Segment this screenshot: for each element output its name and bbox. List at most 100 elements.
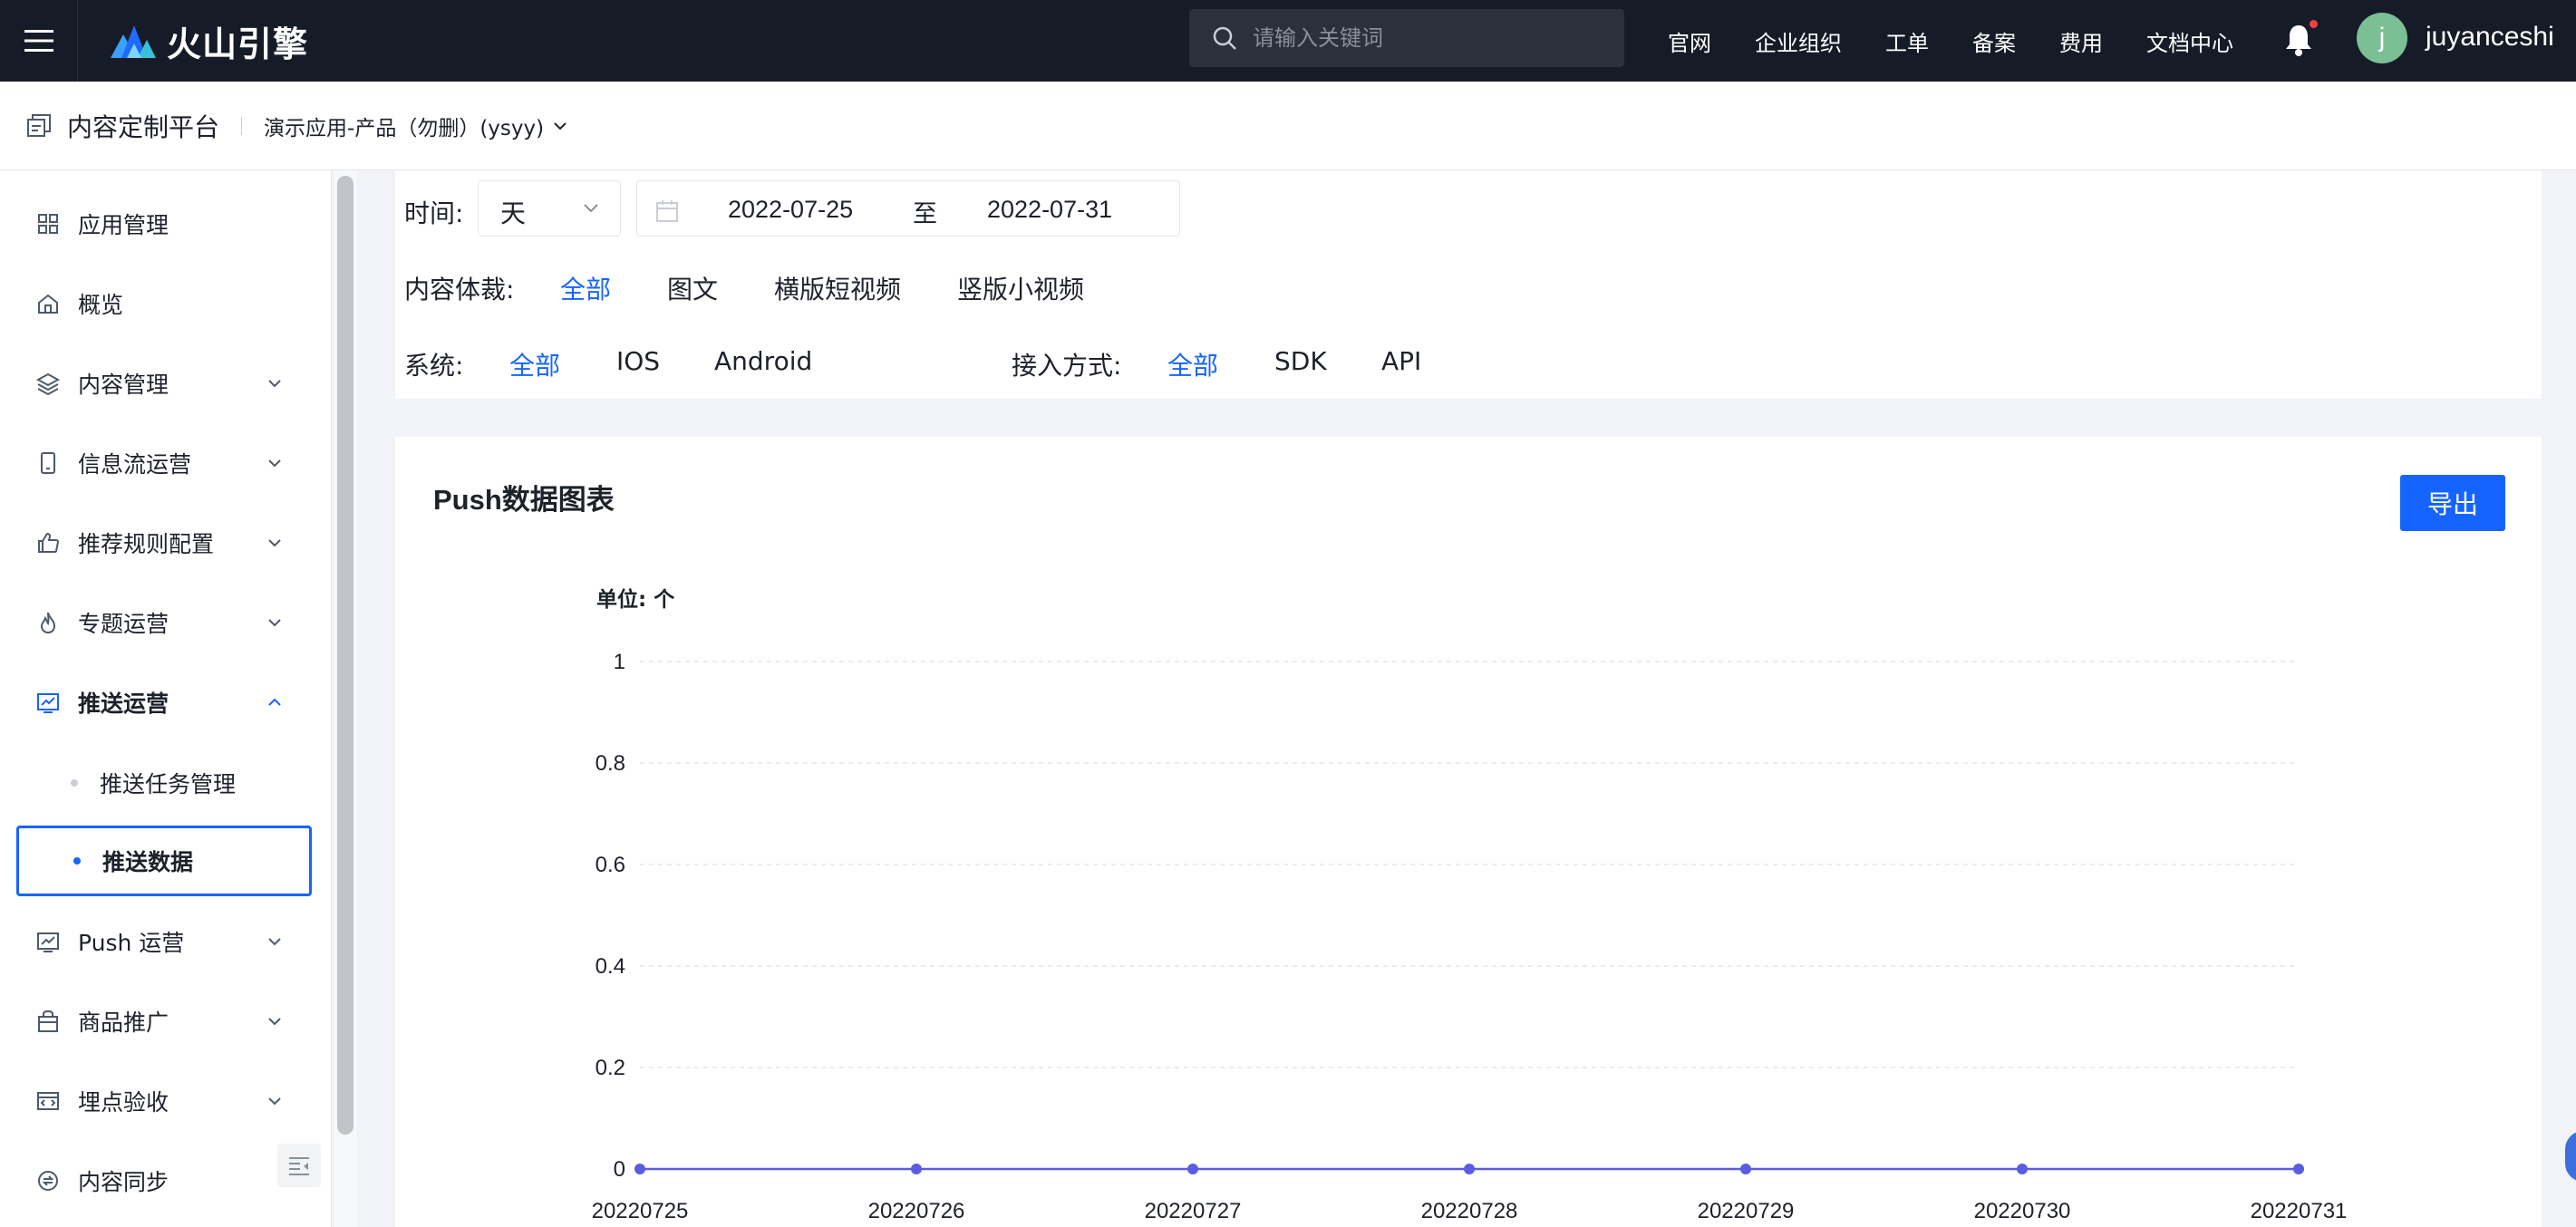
app-selector[interactable]: 演示应用-产品（勿删）(ysyy) <box>264 111 569 141</box>
global-search[interactable] <box>1189 9 1624 67</box>
sidebar-item-label: Push 运营 <box>78 930 185 956</box>
nav-filing[interactable]: 备案 <box>1972 25 2016 57</box>
sidebar-item-recommend-rules[interactable]: 推荐规则配置 <box>0 507 314 579</box>
sidebar-item-feed-operation[interactable]: 信息流运营 <box>0 427 314 499</box>
sidebar-item-push-ops[interactable]: Push 运营 <box>0 905 314 978</box>
username[interactable]: juyanceshi <box>2426 22 2554 53</box>
sidebar-item-tracking-acceptance[interactable]: 埋点验收 <box>0 1065 314 1137</box>
push-icon <box>37 932 59 952</box>
sync-icon <box>38 1171 58 1191</box>
export-button[interactable]: 导出 <box>2400 475 2505 531</box>
nav-docs[interactable]: 文档中心 <box>2146 25 2233 57</box>
chart-title: Push数据图表 <box>433 484 615 516</box>
grid-icon <box>38 214 58 234</box>
push-icon <box>37 693 59 713</box>
system-ios[interactable]: IOS <box>616 346 660 376</box>
nav-tickets[interactable]: 工单 <box>1885 25 1929 57</box>
sidebar-item-label: 埋点验收 <box>78 1089 169 1116</box>
collapse-sidebar-button[interactable] <box>277 1144 321 1187</box>
home-icon <box>38 294 58 314</box>
nav-organization[interactable]: 企业组织 <box>1755 25 1842 57</box>
sidebar-item-label: 推送运营 <box>78 691 169 717</box>
nav-billing[interactable]: 费用 <box>2059 25 2103 57</box>
chevron-down-icon <box>584 204 598 213</box>
system-label: 系统: <box>404 351 464 381</box>
search-icon <box>1213 26 1236 50</box>
chevron-down-icon <box>268 459 281 468</box>
content-type-article[interactable]: 图文 <box>667 270 718 306</box>
content-type-label: 内容体裁: <box>404 275 515 304</box>
sidebar-item-overview[interactable]: 概览 <box>0 267 314 340</box>
bag-icon <box>38 1010 58 1032</box>
access-api[interactable]: API <box>1381 346 1421 376</box>
sidebar-item-content-sync[interactable]: 内容同步 <box>0 1145 314 1217</box>
content-type-all[interactable]: 全部 <box>560 270 611 306</box>
chevron-down-icon <box>268 1018 281 1026</box>
top-nav: 官网 企业组织 工单 备案 费用 文档中心 <box>1668 0 2277 82</box>
sidebar-item-content-management[interactable]: 内容管理 <box>0 347 314 420</box>
access-all[interactable]: 全部 <box>1167 346 1218 382</box>
divider <box>241 116 243 135</box>
sidebar-item-product-promotion[interactable]: 商品推广 <box>0 985 314 1058</box>
chevron-down-icon <box>554 121 567 130</box>
time-label: 时间: <box>404 198 464 228</box>
chevron-down-icon <box>268 619 281 627</box>
sidebar-subitem-push-tasks[interactable]: 推送任务管理 <box>16 748 312 818</box>
access-sdk[interactable]: SDK <box>1274 346 1327 376</box>
layers-icon <box>36 372 60 395</box>
granularity-value: 天 <box>500 198 527 228</box>
sidebar-item-push-operation[interactable]: 推送运营 <box>0 666 314 739</box>
content-type-vertical-video[interactable]: 竖版小视频 <box>957 270 1084 306</box>
platform-title: 内容定制平台 <box>67 111 220 142</box>
volcano-logo-icon <box>111 25 156 58</box>
sidebar-item-label: 信息流运营 <box>78 451 192 478</box>
platform-icon <box>27 113 51 137</box>
system-all[interactable]: 全部 <box>509 346 560 382</box>
sidebar-item-label: 专题运营 <box>78 611 169 637</box>
access-method-label: 接入方式: <box>1012 351 1122 381</box>
bullet-dot <box>71 779 78 787</box>
app-selector-value: 演示应用-产品（勿删）(ysyy) <box>264 116 545 140</box>
unit-label: 单位: 个 <box>596 588 675 612</box>
nav-official-site[interactable]: 官网 <box>1668 25 1711 57</box>
search-input[interactable] <box>1253 25 1597 51</box>
bullet-dot <box>73 857 81 865</box>
sidebar-item-label: 推荐规则配置 <box>78 531 215 557</box>
menu-toggle-button[interactable] <box>0 0 78 82</box>
thumbs-up-icon <box>38 532 60 553</box>
start-date[interactable]: 2022-07-25 <box>728 196 853 224</box>
notification-bell-icon[interactable] <box>2282 22 2315 58</box>
chevron-up-icon <box>268 698 281 706</box>
sidebar-subitem-label: 推送任务管理 <box>100 771 237 797</box>
content-type-horizontal-video[interactable]: 横版短视频 <box>774 270 901 306</box>
granularity-select[interactable]: 天 <box>478 180 621 237</box>
sidebar-item-label: 商品推广 <box>78 1010 169 1036</box>
collapse-menu-icon <box>289 1157 309 1175</box>
sidebar-item-label: 内容同步 <box>78 1169 169 1195</box>
chevron-down-icon <box>268 380 281 388</box>
end-date[interactable]: 2022-07-31 <box>987 196 1112 224</box>
sidebar-item-label: 内容管理 <box>78 372 169 398</box>
hamburger-icon <box>24 30 53 52</box>
sidebar-item-app-management[interactable]: 应用管理 <box>0 188 314 260</box>
sidebar-item-topic-operation[interactable]: 专题运营 <box>0 586 314 659</box>
chart-card <box>395 437 2542 1227</box>
flame-icon <box>40 612 56 634</box>
avatar[interactable]: j <box>2357 13 2407 63</box>
help-assistant-button[interactable] <box>2565 1131 2576 1182</box>
chevron-down-icon <box>268 539 281 547</box>
notification-badge <box>2310 20 2318 28</box>
date-range-picker[interactable]: 2022-07-25 至 2022-07-31 <box>636 180 1180 237</box>
calendar-icon <box>656 200 678 222</box>
brand-logo[interactable]: 火山引擎 <box>107 16 308 66</box>
sidebar-scrollbar-thumb[interactable] <box>337 176 353 1135</box>
sidebar-subitem-push-data[interactable]: 推送数据 <box>16 826 312 896</box>
chevron-down-icon <box>268 1097 281 1106</box>
system-android[interactable]: Android <box>714 346 812 376</box>
sidebar-item-label: 应用管理 <box>78 212 169 238</box>
date-separator: 至 <box>913 200 937 228</box>
sub-header: 内容定制平台 演示应用-产品（勿删）(ysyy) <box>0 82 2576 170</box>
chevron-down-icon <box>268 938 281 946</box>
phone-icon <box>41 452 55 474</box>
sidebar-subitem-label: 推送数据 <box>102 849 194 875</box>
